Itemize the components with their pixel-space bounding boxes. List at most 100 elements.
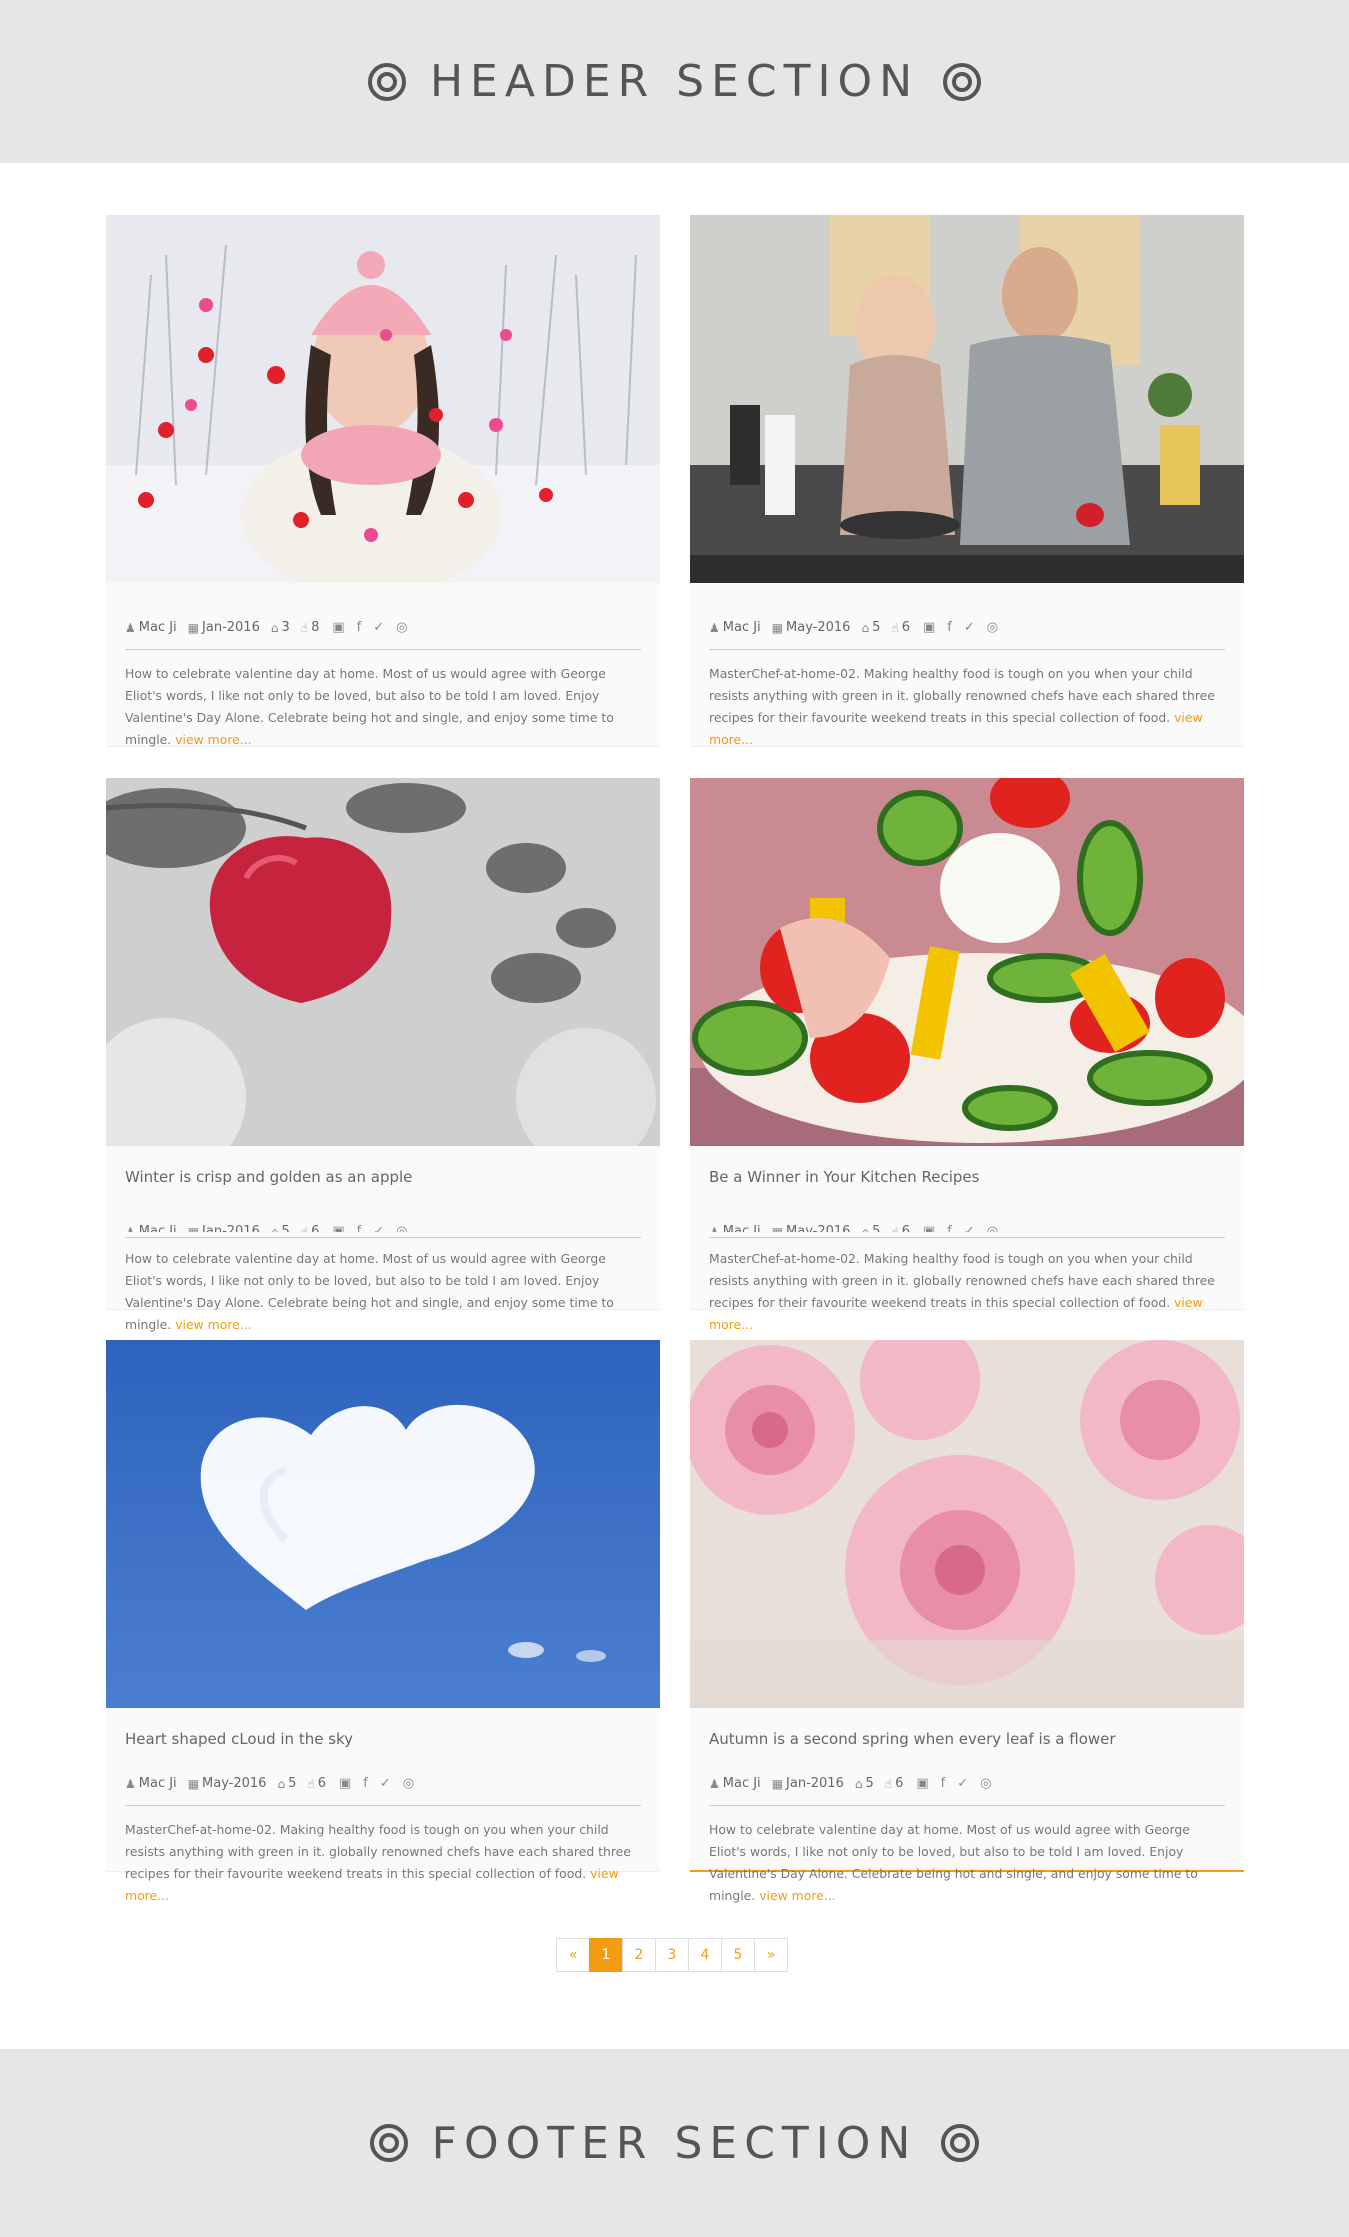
share-icon[interactable]: ▣ xyxy=(339,1776,351,1791)
comments-icon: ⌂ xyxy=(861,620,870,635)
post-excerpt: MasterChef-at-home-02. Making healthy fo… xyxy=(125,1819,645,1907)
post-card: Heart shaped cLoud in the sky ♟ Mac Ji ▦ M… xyxy=(106,1340,660,1903)
target-icon xyxy=(941,2124,980,2162)
user-icon: ♟ xyxy=(709,1224,720,1233)
pagination-page-2[interactable]: 2 xyxy=(622,1938,656,1972)
comment-count[interactable]: 5 xyxy=(288,1776,296,1791)
post-date: May-2016 xyxy=(786,1224,851,1232)
pinterest-icon[interactable]: ◎ xyxy=(403,1776,414,1791)
like-count[interactable]: 6 xyxy=(895,1776,903,1791)
post-image-apple[interactable] xyxy=(106,778,660,1146)
view-more-link[interactable]: view more... xyxy=(759,1888,835,1903)
twitter-icon[interactable]: ✓ xyxy=(373,620,384,635)
pagination-page-3[interactable]: 3 xyxy=(655,1938,689,1972)
like-count[interactable]: 6 xyxy=(902,1224,910,1232)
facebook-icon[interactable]: f xyxy=(947,620,952,635)
calendar-icon: ▦ xyxy=(187,1224,200,1233)
view-more-link[interactable]: view more... xyxy=(175,732,251,747)
divider xyxy=(709,649,1225,650)
twitter-icon[interactable]: ✓ xyxy=(964,1224,975,1232)
twitter-icon[interactable]: ✓ xyxy=(957,1776,968,1791)
pinterest-icon[interactable]: ◎ xyxy=(396,620,407,635)
post-image-flowers[interactable] xyxy=(690,1340,1244,1708)
pinterest-icon[interactable]: ◎ xyxy=(987,1224,998,1232)
share-icon[interactable]: ▣ xyxy=(923,1224,935,1232)
view-more-link[interactable]: view more... xyxy=(175,1317,251,1332)
calendar-icon: ▦ xyxy=(771,620,784,635)
post-card: ♟ Mac Ji ▦ Jan-2016 ⌂ 3 ☝ 8 ▣ f ✓ ◎ How to c… xyxy=(106,215,660,747)
post-author[interactable]: Mac Ji xyxy=(723,620,761,635)
post-meta: ♟ Mac Ji ▦ Jan-2016 ⌂ 5 ☝ 6 ▣ f ✓ ◎ xyxy=(125,1224,407,1232)
pagination-page-5[interactable]: 5 xyxy=(721,1938,755,1972)
post-title[interactable]: Autumn is a second spring when every lea… xyxy=(709,1730,1116,1748)
post-author[interactable]: Mac Ji xyxy=(139,1776,177,1791)
post-title[interactable]: Winter is crisp and golden as an apple xyxy=(125,1168,412,1186)
facebook-icon[interactable]: f xyxy=(357,620,362,635)
post-card: Winter is crisp and golden as an apple ♟… xyxy=(106,778,660,1332)
share-icon[interactable]: ▣ xyxy=(923,620,935,635)
post-image-kitchen[interactable] xyxy=(690,215,1244,583)
post-date: Jan-2016 xyxy=(786,1776,844,1791)
post-excerpt: MasterChef-at-home-02. Making healthy fo… xyxy=(709,1248,1229,1336)
comments-icon: ⌂ xyxy=(861,1224,870,1233)
comment-count[interactable]: 5 xyxy=(872,620,880,635)
twitter-icon[interactable]: ✓ xyxy=(964,620,975,635)
post-author[interactable]: Mac Ji xyxy=(723,1224,761,1232)
comment-count[interactable]: 3 xyxy=(281,620,289,635)
pagination-page-1[interactable]: 1 xyxy=(589,1938,623,1972)
comment-count[interactable]: 5 xyxy=(865,1776,873,1791)
share-links: ▣ f ✓ ◎ xyxy=(923,620,998,635)
excerpt-text: MasterChef-at-home-02. Making healthy fo… xyxy=(125,1822,631,1881)
user-icon: ♟ xyxy=(125,1776,136,1791)
post-date: May-2016 xyxy=(202,1776,267,1791)
like-count[interactable]: 8 xyxy=(311,620,319,635)
post-card: Autumn is a second spring when every lea… xyxy=(690,1340,1244,1903)
facebook-icon[interactable]: f xyxy=(363,1776,368,1791)
target-icon xyxy=(943,62,982,101)
twitter-icon[interactable]: ✓ xyxy=(373,1224,384,1232)
post-meta: ♟ Mac Ji ▦ May-2016 ⌂ 5 ☝ 6 ▣ f ✓ ◎ xyxy=(709,1224,998,1232)
thumbs-up-icon: ☝ xyxy=(884,1776,893,1791)
facebook-icon[interactable]: f xyxy=(941,1776,946,1791)
comments-icon: ⌂ xyxy=(854,1776,863,1791)
pinterest-icon[interactable]: ◎ xyxy=(396,1224,407,1232)
facebook-icon[interactable]: f xyxy=(947,1224,952,1232)
post-image-salad[interactable] xyxy=(690,778,1244,1146)
excerpt-text: MasterChef-at-home-02. Making healthy fo… xyxy=(709,666,1215,725)
twitter-icon[interactable]: ✓ xyxy=(380,1776,391,1791)
post-card: ♟ Mac Ji ▦ May-2016 ⌂ 5 ☝ 6 ▣ f ✓ ◎ MasterCh… xyxy=(690,215,1244,747)
target-icon xyxy=(367,62,406,101)
like-count[interactable]: 6 xyxy=(318,1776,326,1791)
like-count[interactable]: 6 xyxy=(311,1224,319,1232)
pagination-next[interactable]: » xyxy=(754,1938,788,1972)
divider xyxy=(125,1237,641,1238)
post-author[interactable]: Mac Ji xyxy=(139,620,177,635)
pagination-page-4[interactable]: 4 xyxy=(688,1938,722,1972)
post-date: May-2016 xyxy=(786,620,851,635)
post-excerpt: MasterChef-at-home-02. Making healthy fo… xyxy=(709,663,1229,751)
post-image-valentine[interactable] xyxy=(106,215,660,583)
pinterest-icon[interactable]: ◎ xyxy=(980,1776,991,1791)
post-meta: ♟ Mac Ji ▦ Jan-2016 ⌂ 5 ☝ 6 ▣ f ✓ ◎ xyxy=(709,1776,991,1791)
footer-title: FOOTER SECTION xyxy=(431,2117,918,2169)
comment-count[interactable]: 5 xyxy=(872,1224,880,1232)
comment-count[interactable]: 5 xyxy=(281,1224,289,1232)
share-icon[interactable]: ▣ xyxy=(916,1776,928,1791)
post-author[interactable]: Mac Ji xyxy=(139,1224,177,1232)
post-title[interactable]: Heart shaped cLoud in the sky xyxy=(125,1730,353,1748)
calendar-icon: ▦ xyxy=(187,620,200,635)
pagination-prev[interactable]: « xyxy=(556,1938,590,1972)
pinterest-icon[interactable]: ◎ xyxy=(987,620,998,635)
comments-icon: ⌂ xyxy=(270,1224,279,1233)
share-icon[interactable]: ▣ xyxy=(332,1224,344,1232)
post-image-cloud[interactable] xyxy=(106,1340,660,1708)
header-title: HEADER SECTION xyxy=(429,56,920,107)
post-title[interactable]: Be a Winner in Your Kitchen Recipes xyxy=(709,1168,979,1186)
post-author[interactable]: Mac Ji xyxy=(723,1776,761,1791)
thumbs-up-icon: ☝ xyxy=(891,1224,899,1233)
user-icon: ♟ xyxy=(125,1224,136,1233)
share-icon[interactable]: ▣ xyxy=(332,620,344,635)
facebook-icon[interactable]: f xyxy=(357,1224,362,1232)
like-count[interactable]: 6 xyxy=(902,620,910,635)
calendar-icon: ▦ xyxy=(771,1224,784,1233)
